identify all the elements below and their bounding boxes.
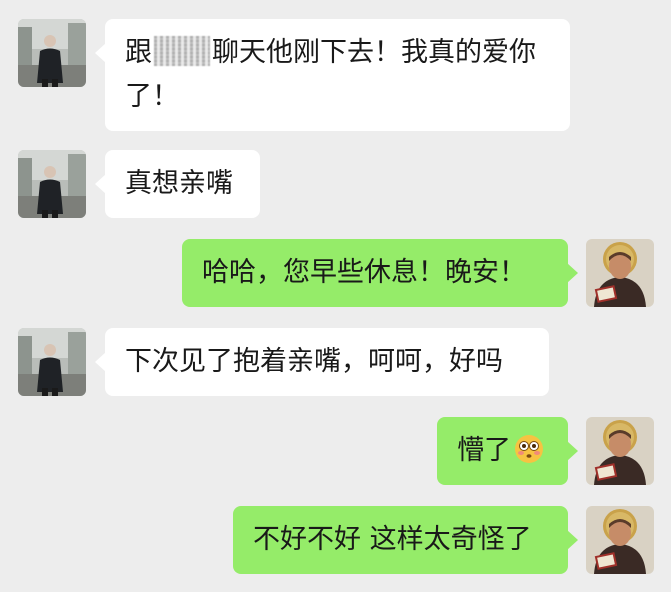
message-text: 哈哈，您早些休息！晚安！ (202, 257, 526, 288)
message-text: 不好不好 这样太奇怪了 (253, 524, 532, 555)
user-avatar[interactable] (586, 239, 654, 307)
message-bubble-outgoing[interactable]: 懵了 (437, 417, 578, 485)
message-text: 跟 (125, 37, 152, 68)
message-text: 下次见了抱着亲嘴，呵呵，好吗 (125, 346, 503, 377)
contact-avatar[interactable] (18, 150, 86, 218)
message-bubble-outgoing[interactable]: 哈哈，您早些休息！晚安！ (182, 239, 578, 307)
contact-avatar[interactable] (18, 328, 86, 396)
message-bubble-incoming[interactable]: 下次见了抱着亲嘴，呵呵，好吗 (95, 328, 549, 396)
message-text: 真想亲嘴 (125, 168, 233, 199)
contact-avatar[interactable] (18, 19, 86, 87)
user-avatar[interactable] (586, 417, 654, 485)
redacted-name (154, 36, 210, 66)
message-bubble-incoming[interactable]: 真想亲嘴 (95, 150, 260, 218)
user-avatar[interactable] (586, 506, 654, 574)
message-bubble-outgoing[interactable]: 不好不好 这样太奇怪了 (233, 506, 578, 574)
message-bubble-incoming[interactable]: 跟聊天他刚下去！我真的爱你了！ (95, 19, 570, 131)
flushed-face-emoji-icon (515, 435, 543, 463)
message-text: 懵了 (457, 435, 511, 466)
